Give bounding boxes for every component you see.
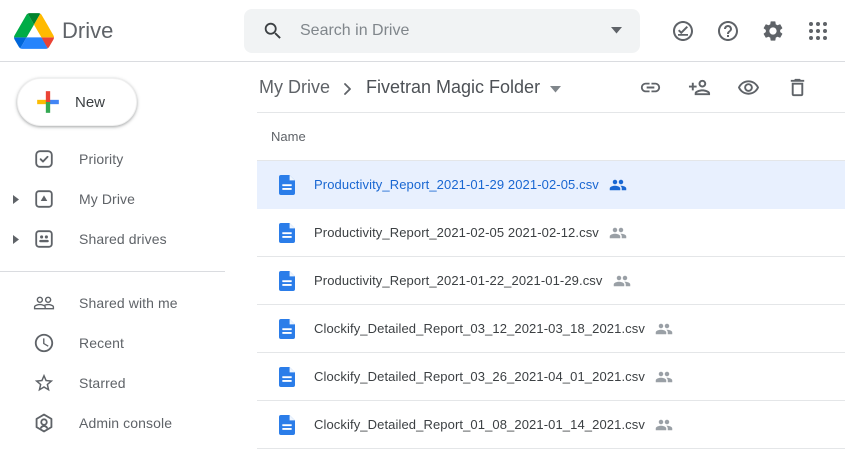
- sidebar-item-shared-drives[interactable]: Shared drives: [0, 219, 256, 259]
- shared-people-icon: [655, 368, 673, 386]
- file-row[interactable]: Productivity_Report_2021-01-29 2021-02-0…: [257, 161, 845, 209]
- help-icon[interactable]: [716, 19, 740, 43]
- search-icon: [262, 20, 284, 42]
- google-apps-grid-icon[interactable]: [806, 19, 830, 43]
- admin-console-icon: [32, 411, 56, 435]
- shared-people-icon: [609, 224, 627, 242]
- breadcrumb-my-drive[interactable]: My Drive: [259, 77, 330, 98]
- share-add-person-icon[interactable]: [688, 76, 711, 99]
- shared-drives-icon: [32, 227, 56, 251]
- file-name: Productivity_Report_2021-01-29 2021-02-0…: [314, 177, 599, 192]
- shared-people-icon: [609, 176, 627, 194]
- file-row[interactable]: Clockify_Detailed_Report_01_08_2021-01_1…: [257, 401, 845, 449]
- breadcrumb: My Drive Fivetran Magic Folder: [259, 77, 561, 98]
- sidebar-item-label: My Drive: [79, 191, 135, 207]
- recent-icon: [32, 331, 56, 355]
- expand-chevron-icon[interactable]: [0, 195, 32, 204]
- file-name: Clockify_Detailed_Report_03_12_2021-03_1…: [314, 321, 645, 336]
- priority-icon: [32, 147, 56, 171]
- drive-logo[interactable]: Drive: [0, 13, 244, 49]
- shared-people-icon: [655, 416, 673, 434]
- folder-toolbar: [639, 76, 809, 99]
- csv-file-icon: [279, 271, 295, 291]
- file-name: Productivity_Report_2021-02-05 2021-02-1…: [314, 225, 599, 240]
- header-actions: [671, 19, 845, 43]
- breadcrumb-current-folder[interactable]: Fivetran Magic Folder: [366, 77, 540, 98]
- csv-file-icon: [279, 175, 295, 195]
- multicolor-plus-icon: [35, 89, 61, 115]
- sidebar-item-label: Priority: [79, 151, 123, 167]
- offline-ready-icon[interactable]: [671, 19, 695, 43]
- sidebar-item-recent[interactable]: Recent: [0, 323, 256, 363]
- preview-eye-icon[interactable]: [737, 76, 760, 99]
- sidebar-item-my-drive[interactable]: My Drive: [0, 179, 256, 219]
- search-input[interactable]: [300, 22, 611, 40]
- sidebar-divider: [0, 271, 225, 272]
- file-row[interactable]: Clockify_Detailed_Report_03_12_2021-03_1…: [257, 305, 845, 353]
- sidebar-item-priority[interactable]: Priority: [0, 139, 256, 179]
- breadcrumb-chevron-icon: [343, 83, 353, 95]
- main-content: My Drive Fivetran Magic Folder: [257, 63, 845, 439]
- sidebar-item-admin-console[interactable]: Admin console: [0, 403, 256, 443]
- file-table-header[interactable]: Name: [257, 113, 845, 161]
- csv-file-icon: [279, 415, 295, 435]
- sidebar-item-label: Starred: [79, 375, 126, 391]
- new-button-label: New: [75, 94, 105, 111]
- drive-triangle-icon: [14, 13, 54, 49]
- file-name: Clockify_Detailed_Report_01_08_2021-01_1…: [314, 417, 645, 432]
- file-row[interactable]: Productivity_Report_2021-01-22_2021-01-2…: [257, 257, 845, 305]
- sidebar-item-starred[interactable]: Starred: [0, 363, 256, 403]
- delete-trash-icon[interactable]: [786, 76, 809, 99]
- sidebar: New Priority My Drive Shar: [0, 63, 256, 439]
- app-header: Drive: [0, 0, 845, 62]
- settings-gear-icon[interactable]: [761, 19, 785, 43]
- new-button[interactable]: New: [17, 78, 137, 126]
- app-title: Drive: [62, 18, 113, 44]
- shared-with-me-icon: [32, 291, 56, 315]
- get-link-icon[interactable]: [639, 76, 662, 99]
- breadcrumb-row: My Drive Fivetran Magic Folder: [257, 63, 845, 113]
- file-list: Productivity_Report_2021-01-29 2021-02-0…: [257, 161, 845, 449]
- name-column-header: Name: [271, 129, 306, 144]
- sidebar-item-label: Shared drives: [79, 231, 167, 247]
- file-name: Clockify_Detailed_Report_03_26_2021-04_0…: [314, 369, 645, 384]
- starred-icon: [32, 371, 56, 395]
- expand-chevron-icon[interactable]: [0, 235, 32, 244]
- sidebar-item-shared-with-me[interactable]: Shared with me: [0, 283, 256, 323]
- sidebar-item-label: Admin console: [79, 415, 172, 431]
- file-row[interactable]: Productivity_Report_2021-02-05 2021-02-1…: [257, 209, 845, 257]
- file-row[interactable]: Clockify_Detailed_Report_03_26_2021-04_0…: [257, 353, 845, 401]
- csv-file-icon: [279, 367, 295, 387]
- sidebar-item-label: Recent: [79, 335, 124, 351]
- my-drive-icon: [32, 187, 56, 211]
- csv-file-icon: [279, 319, 295, 339]
- search-bar[interactable]: [244, 9, 640, 53]
- csv-file-icon: [279, 223, 295, 243]
- sidebar-item-label: Shared with me: [79, 295, 178, 311]
- shared-people-icon: [655, 320, 673, 338]
- file-name: Productivity_Report_2021-01-22_2021-01-2…: [314, 273, 603, 288]
- shared-people-icon: [613, 272, 631, 290]
- folder-menu-caret-icon[interactable]: [550, 86, 561, 93]
- search-options-caret-icon[interactable]: [611, 27, 622, 34]
- sidebar-nav: Priority My Drive Shared drives: [0, 139, 256, 443]
